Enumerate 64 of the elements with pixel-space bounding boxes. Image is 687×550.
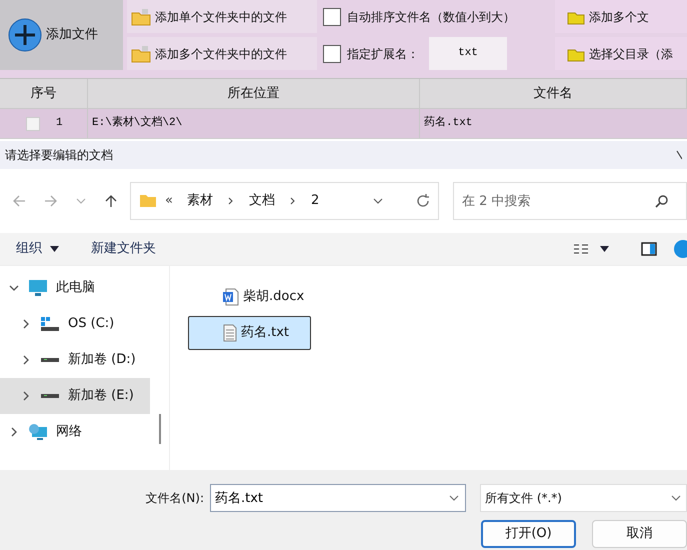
folder-icon: [139, 194, 157, 208]
file-type-value: 所有文件 (*.*): [485, 490, 563, 507]
caret-icon: [50, 246, 59, 252]
add-folder-files-button[interactable]: 添加单个文件夹中的文件: [127, 0, 317, 33]
nav-tree-item[interactable]: 新加卷 (D:): [0, 342, 150, 378]
drive-icon: [40, 356, 60, 364]
breadcrumb-separator-icon: [288, 197, 297, 205]
nav-tree-label: 新加卷 (D:): [68, 351, 136, 370]
drive-icon: [40, 392, 60, 400]
folder-icon: [131, 8, 151, 26]
command-button[interactable]: 组织: [16, 239, 59, 259]
file-name: 药名.txt: [241, 324, 290, 342]
nav-tree-item[interactable]: OS (C:): [0, 306, 150, 342]
nav-tree-item[interactable]: 此电脑: [0, 270, 150, 306]
table-cell-text: 1: [56, 116, 63, 132]
row-checkbox[interactable]: [26, 116, 40, 130]
checkbox[interactable]: [323, 8, 341, 26]
network-icon: [28, 423, 48, 441]
add-folder-files-button[interactable]: 添加多个文件夹中的文件: [127, 37, 317, 70]
dialog-title: 请选择要编辑的文档: [5, 147, 113, 164]
breadcrumb-overflow[interactable]: «: [165, 191, 173, 211]
file-name: 柴胡.docx: [243, 288, 304, 306]
file-item[interactable]: 药名.txt: [188, 316, 311, 350]
scrollbar-thumb[interactable]: [158, 414, 160, 444]
filename-label: 文件名(N):: [144, 490, 205, 507]
nav-tree-item[interactable]: 新加卷 (E:): [0, 378, 150, 414]
breadcrumb-separator-icon: [226, 197, 235, 205]
file-type-dropdown[interactable]: 所有文件 (*.*): [480, 484, 687, 512]
extension-field[interactable]: txt: [429, 37, 507, 70]
nav-tree-label: 网络: [56, 423, 82, 442]
table-cell-text: 药名.txt: [423, 114, 474, 132]
breadcrumb-item[interactable]: 素材: [180, 191, 219, 211]
up-arrow-icon[interactable]: [104, 194, 118, 208]
caret-icon[interactable]: [600, 246, 609, 252]
preview-pane-icon[interactable]: [641, 242, 657, 256]
drive-icon: [40, 316, 60, 332]
command-button[interactable]: 新建文件夹: [91, 239, 156, 259]
filename-field[interactable]: 药名.txt: [210, 484, 466, 512]
add-file-button[interactable]: 添加文件: [0, 0, 123, 70]
checkbox[interactable]: [323, 44, 341, 62]
checkbox-label: 自动排序文件名（数值小到大）: [347, 8, 515, 26]
nav-tree-label: 此电脑: [56, 279, 95, 298]
toolbar-button[interactable]: 添加多个文: [555, 0, 687, 33]
text-document-icon: [223, 324, 237, 342]
breadcrumb-item[interactable]: 文档: [242, 191, 281, 211]
word-document-icon: [223, 288, 239, 306]
toolbar-button[interactable]: 选择父目录（添: [555, 37, 687, 70]
refresh-icon[interactable]: [416, 194, 430, 208]
open-button[interactable]: 打开(O): [481, 520, 576, 548]
cancel-button[interactable]: 取消: [592, 520, 687, 548]
search-icon: [655, 194, 669, 208]
monitor-icon: [28, 279, 48, 297]
search-field[interactable]: 在 2 中搜索: [453, 182, 687, 220]
nav-tree-item[interactable]: 网络: [0, 414, 150, 450]
table-cell: E:\素材\文档\2\: [88, 109, 420, 138]
breadcrumb-item[interactable]: 2: [304, 191, 326, 211]
plus-icon: [8, 18, 42, 52]
nav-tree-label: OS (C:): [68, 315, 114, 334]
folder-icon: [131, 44, 151, 62]
nav-tree-label: 新加卷 (E:): [68, 387, 134, 406]
file-item[interactable]: 柴胡.docx: [188, 280, 311, 314]
address-bar[interactable]: « 素材 文档 2: [130, 182, 439, 220]
view-options-icon[interactable]: [574, 243, 588, 255]
checkbox-label: 指定扩展名：: [347, 46, 419, 62]
